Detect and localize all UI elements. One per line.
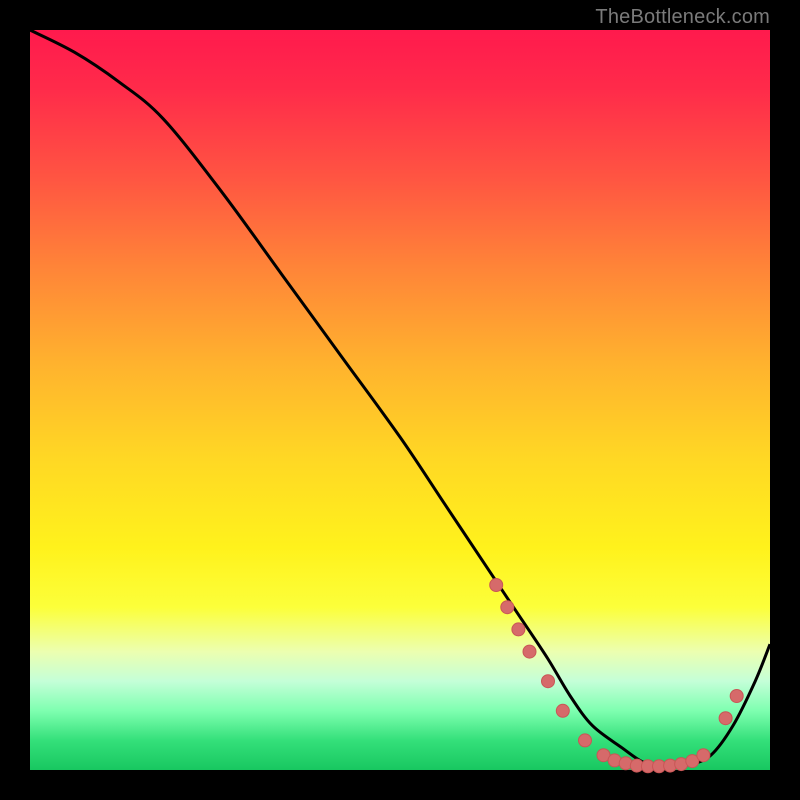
watermark-text: TheBottleneck.com: [595, 6, 770, 29]
data-point: [490, 579, 503, 592]
data-point: [579, 734, 592, 747]
data-point: [719, 712, 732, 725]
data-point: [697, 749, 710, 762]
data-point: [512, 623, 525, 636]
data-point: [501, 601, 514, 614]
data-point: [523, 645, 536, 658]
chart-svg: [30, 30, 770, 770]
data-point: [542, 675, 555, 688]
outer-frame: TheBottleneck.com: [0, 0, 800, 800]
data-point: [730, 690, 743, 703]
data-point: [556, 704, 569, 717]
plot-area: [30, 30, 770, 770]
bottleneck-curve: [30, 30, 770, 767]
